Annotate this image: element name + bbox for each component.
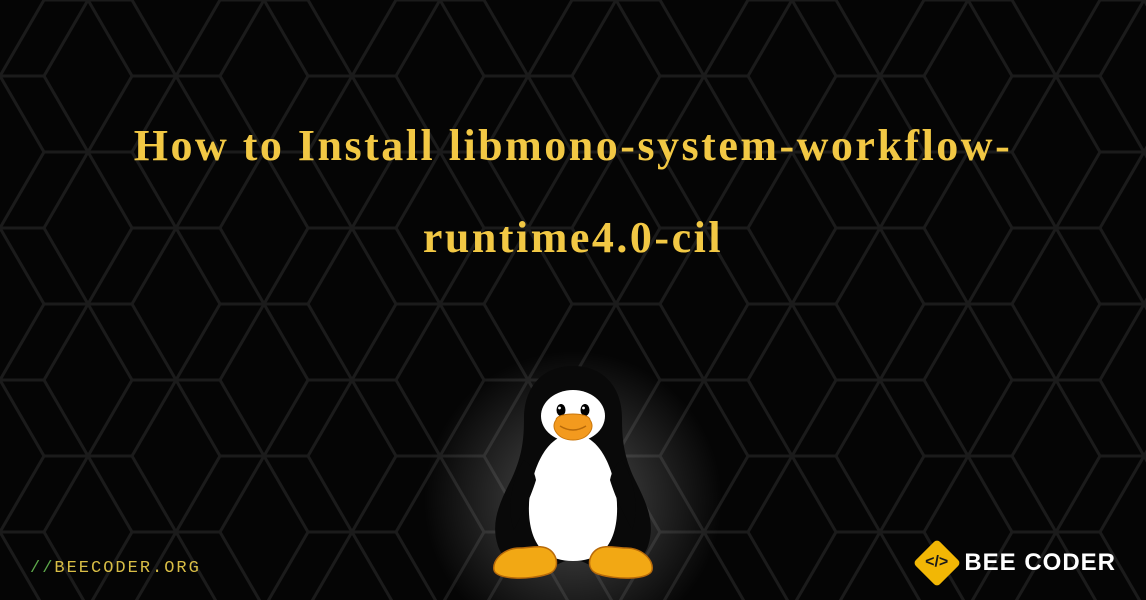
brand-name: BEE CODER: [964, 549, 1116, 577]
brand-logo: </> BEE CODER: [920, 546, 1116, 580]
url-text: BEECODER.ORG: [54, 559, 200, 578]
url-slashes: //: [30, 559, 54, 578]
tux-penguin-icon: [478, 360, 668, 580]
site-url: //BEECODER.ORG: [30, 559, 201, 578]
tux-penguin-mascot: [478, 360, 668, 580]
page-title: How to Install libmono-system-workflow-r…: [0, 100, 1146, 285]
bee-badge-glyph: </>: [926, 554, 949, 572]
bee-badge-icon: </>: [913, 539, 961, 587]
